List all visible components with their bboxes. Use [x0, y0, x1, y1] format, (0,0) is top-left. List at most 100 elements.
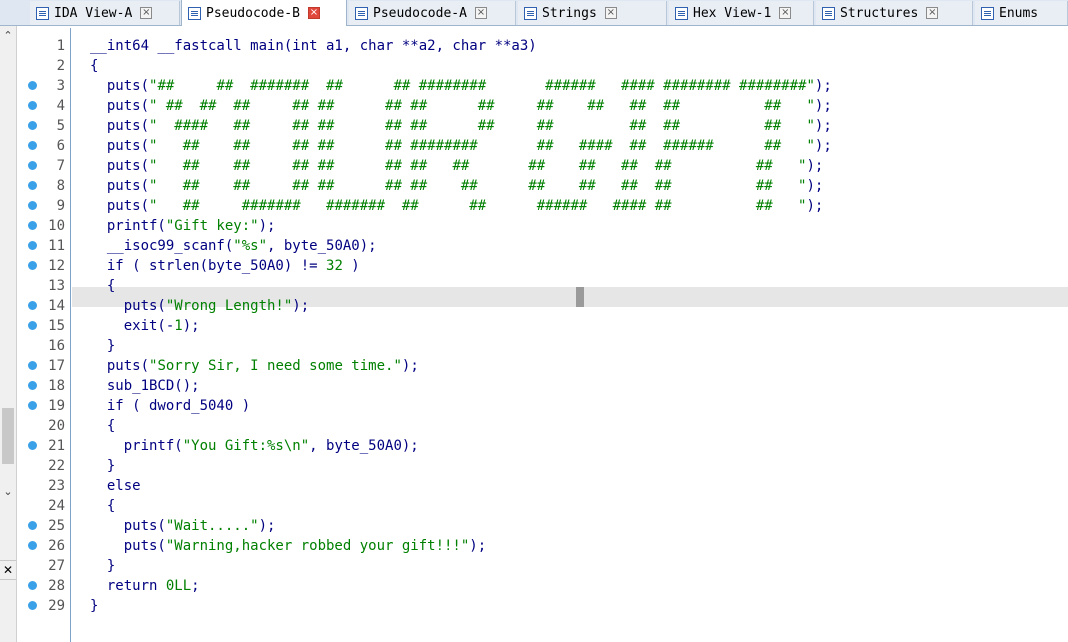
line-number: 3: [56, 78, 65, 94]
code-text: {: [90, 278, 116, 294]
code-line[interactable]: return 0LL;: [72, 576, 1068, 596]
gutter-row: 20: [17, 416, 72, 436]
code-line[interactable]: {: [72, 416, 1068, 436]
code-line[interactable]: puts("Wait.....");: [72, 516, 1068, 536]
tab-structures[interactable]: Structures ×: [816, 1, 973, 25]
tab-close-icon[interactable]: ×: [926, 7, 939, 19]
gutter-row: 1: [17, 36, 72, 56]
line-number: 14: [48, 298, 65, 314]
line-number: 2: [56, 58, 65, 74]
code-text: return 0LL;: [90, 578, 200, 594]
chevron-down-icon[interactable]: ⌄: [0, 484, 16, 500]
code-line[interactable]: }: [72, 456, 1068, 476]
code-line[interactable]: sub_1BCD();: [72, 376, 1068, 396]
gutter-row: 15: [17, 316, 72, 336]
code-text: printf("You Gift:%s\n", byte_50A0);: [90, 438, 419, 454]
line-number-gutter: 1 2 3 4 5 6 7 8 9 10 11 12 13 14 15 16 17 18 19 20 21 22 23 24 2…: [17, 26, 72, 642]
code-line[interactable]: }: [72, 596, 1068, 616]
tab-label: Hex View-1: [693, 5, 772, 21]
hex-icon: [675, 6, 688, 20]
line-number: 17: [48, 358, 65, 374]
tab-close-icon[interactable]: ×: [779, 7, 792, 19]
tab-bar: IDA View-A × Pseudocode-B × Pseudocode-A × Str…: [0, 0, 1068, 26]
code-line[interactable]: printf("Gift key:");: [72, 216, 1068, 236]
code-line[interactable]: {: [72, 496, 1068, 516]
scroll-thumb[interactable]: [2, 408, 14, 464]
line-number: 21: [48, 438, 65, 454]
code-line[interactable]: puts("Wrong Length!");: [72, 296, 1068, 316]
code-text: puts("Sorry Sir, I need some time.");: [90, 358, 419, 374]
code-line[interactable]: {: [72, 56, 1068, 76]
gutter-row: 7: [17, 156, 72, 176]
code-text: }: [90, 338, 116, 354]
code-line[interactable]: puts(" ## ## ## ## ## ## ## ## ## ## ## …: [72, 176, 1068, 196]
code-line[interactable]: }: [72, 556, 1068, 576]
code-line[interactable]: if ( strlen(byte_50A0) != 32 ): [72, 256, 1068, 276]
code-line[interactable]: puts(" ## ## ## ## ## ######## ## #### #…: [72, 136, 1068, 156]
code-text: puts("Wait.....");: [90, 518, 276, 534]
tab-close-icon[interactable]: ×: [307, 7, 320, 19]
line-number: 20: [48, 418, 65, 434]
code-line[interactable]: puts("Sorry Sir, I need some time.");: [72, 356, 1068, 376]
code-text: puts(" ## ## ## ## ## ## ## ## ## ## ## …: [90, 98, 832, 114]
gutter-row: 25: [17, 516, 72, 536]
code-text: puts("## ## ####### ## ## ######## #####…: [90, 78, 832, 94]
structures-icon: [822, 6, 835, 20]
gutter-row: 14: [17, 296, 72, 316]
line-number: 8: [56, 178, 65, 194]
tab-close-icon[interactable]: ×: [140, 7, 153, 19]
code-line[interactable]: puts(" ## ####### ####### ## ## ###### #…: [72, 196, 1068, 216]
code-line[interactable]: __int64 __fastcall main(int a1, char **a…: [72, 36, 1068, 56]
tab-pseudocode-a[interactable]: Pseudocode-A ×: [349, 1, 516, 25]
gutter-row: 23: [17, 476, 72, 496]
code-line[interactable]: puts("Warning,hacker robbed your gift!!!…: [72, 536, 1068, 556]
tab-pseudocode-b[interactable]: Pseudocode-B ×: [181, 0, 347, 26]
code-text: puts("Wrong Length!");: [90, 298, 310, 314]
tab-close-icon[interactable]: ×: [604, 7, 617, 19]
code-line[interactable]: exit(-1);: [72, 316, 1068, 336]
code-line[interactable]: printf("You Gift:%s\n", byte_50A0);: [72, 436, 1068, 456]
line-number: 24: [48, 498, 65, 514]
gutter-row: 26: [17, 536, 72, 556]
close-icon[interactable]: ✕: [0, 560, 16, 580]
code-line[interactable]: if ( dword_5040 ): [72, 396, 1068, 416]
line-number: 19: [48, 398, 65, 414]
code-line[interactable]: else: [72, 476, 1068, 496]
code-line[interactable]: {: [72, 276, 1068, 296]
code-line[interactable]: puts(" #### ## ## ## ## ## ## ## ## ## #…: [72, 116, 1068, 136]
line-number: 15: [48, 318, 65, 334]
left-scroll-strip[interactable]: ⌃ ⌄ ✕: [0, 26, 17, 642]
tab-enums[interactable]: Enums: [975, 1, 1068, 25]
code-text: {: [90, 498, 116, 514]
line-number: 11: [48, 238, 65, 254]
code-line[interactable]: __isoc99_scanf("%s", byte_50A0);: [72, 236, 1068, 256]
gutter-row: 9: [17, 196, 72, 216]
tab-label: Enums: [999, 5, 1039, 21]
code-text: puts(" ## ## ## ## ## ## ## ## ## ## ## …: [90, 158, 824, 174]
gutter-row: 16: [17, 336, 72, 356]
tab-ida-view-a[interactable]: IDA View-A ×: [30, 1, 180, 25]
code-text: sub_1BCD();: [90, 378, 200, 394]
chevron-up-icon[interactable]: ⌃: [0, 28, 16, 44]
tab-close-icon[interactable]: ×: [474, 7, 487, 19]
line-number: 13: [48, 278, 65, 294]
tab-label: Structures: [840, 5, 919, 21]
tab-label: IDA View-A: [54, 5, 133, 21]
code-line[interactable]: puts(" ## ## ## ## ## ## ## ## ## ## ## …: [72, 156, 1068, 176]
gutter-row: 10: [17, 216, 72, 236]
code-text: puts(" ## ####### ####### ## ## ###### #…: [90, 198, 824, 214]
code-text: {: [90, 418, 116, 434]
gutter-separator: [70, 28, 71, 642]
tab-hex-view-1[interactable]: Hex View-1 ×: [669, 1, 814, 25]
pseudocode-editor[interactable]: __int64 __fastcall main(int a1, char **a…: [72, 26, 1068, 642]
tab-strings[interactable]: Strings ×: [518, 1, 667, 25]
code-line[interactable]: puts(" ## ## ## ## ## ## ## ## ## ## ## …: [72, 96, 1068, 116]
gutter-row: 17: [17, 356, 72, 376]
line-number: 28: [48, 578, 65, 594]
code-text: if ( strlen(byte_50A0) != 32 ): [90, 258, 360, 274]
gutter-row: 22: [17, 456, 72, 476]
code-line[interactable]: }: [72, 336, 1068, 356]
code-text: puts(" ## ## ## ## ## ######## ## #### #…: [90, 138, 832, 154]
code-text: }: [90, 458, 116, 474]
code-line[interactable]: puts("## ## ####### ## ## ######## #####…: [72, 76, 1068, 96]
